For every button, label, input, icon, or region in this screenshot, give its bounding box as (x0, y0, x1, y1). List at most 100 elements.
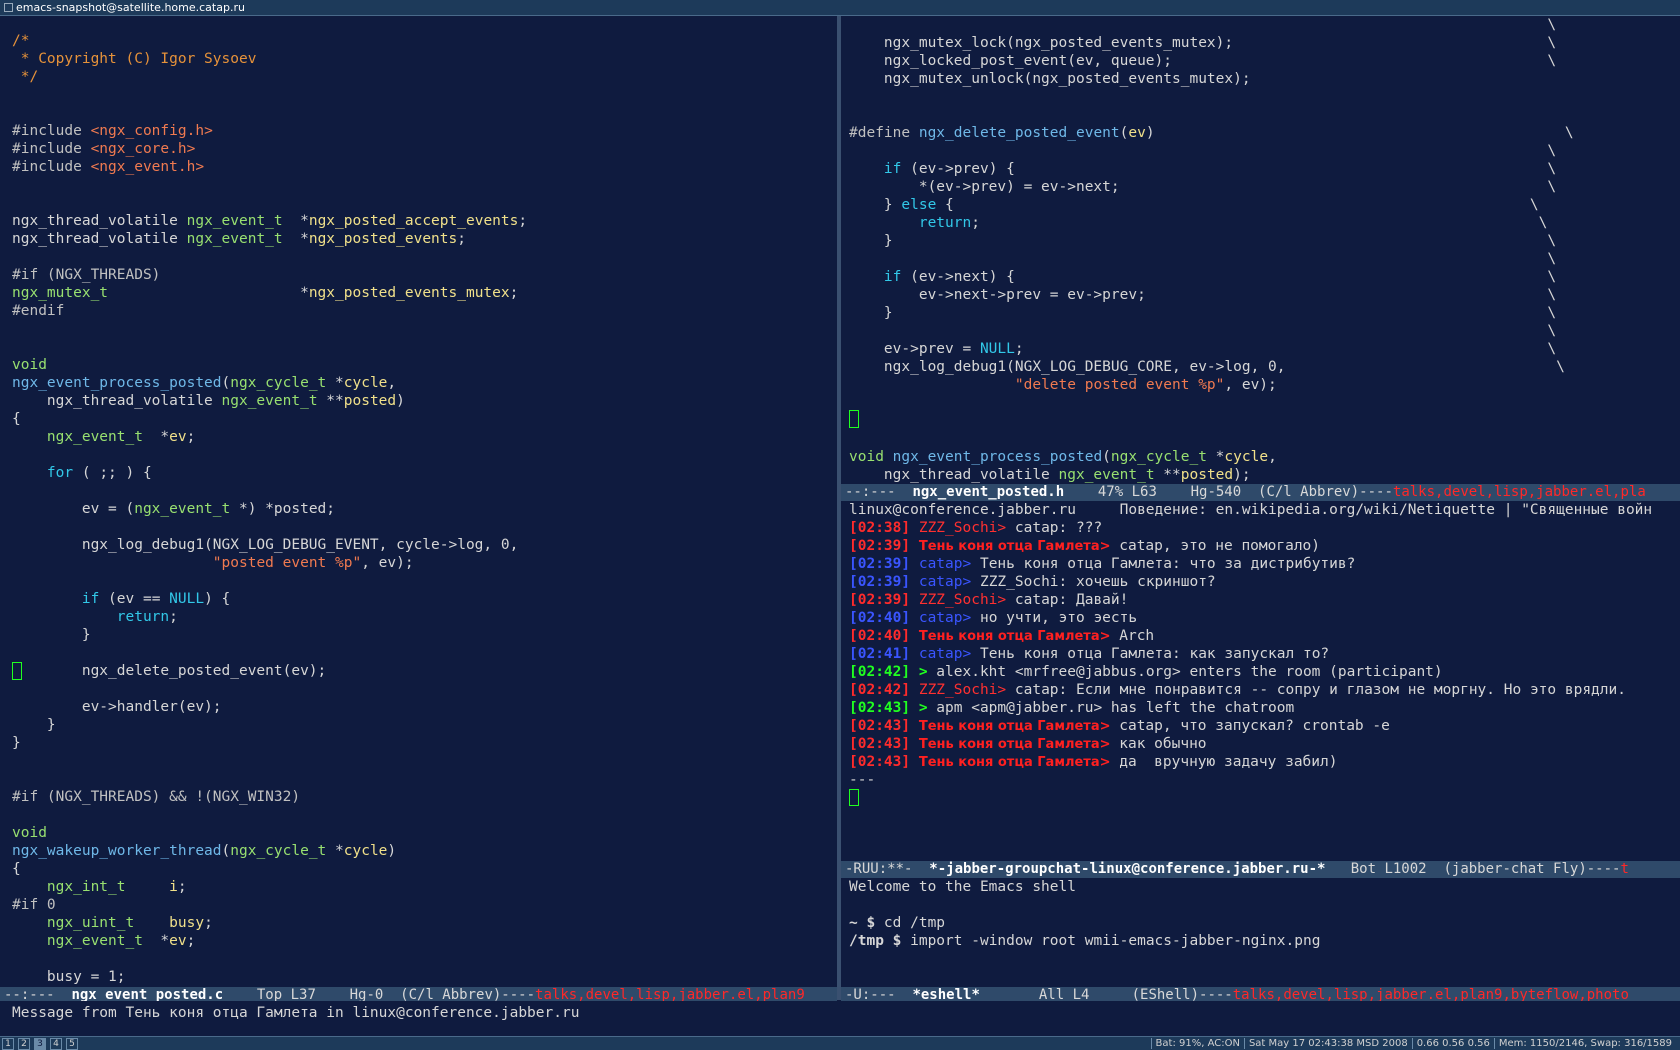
chat-nick[interactable]: catap> (919, 610, 971, 626)
chat-message: [02:40] catap> но учти, это эесть (849, 609, 1680, 627)
code-token: * (282, 231, 309, 247)
right-header-code-pane[interactable]: \ ngx_mutex_lock(ngx_posted_events_mutex… (841, 16, 1680, 484)
code-token: ngx_cycle_t (230, 375, 327, 391)
code-token: ngx_mutex_t (12, 285, 109, 301)
modeline-prefix: -RUU:**- (845, 861, 930, 877)
code-line: #if (NGX_THREADS) (12, 266, 837, 284)
code-token: NULL (169, 591, 205, 607)
code-token: ev = ( (12, 501, 135, 517)
code-line: ngx_thread_volatile ngx_event_t *ngx_pos… (12, 230, 837, 248)
code-token: ( (1102, 449, 1111, 465)
chat-nick[interactable]: Тень коня отца Гамлета> (919, 755, 1111, 770)
code-line: if (ev->next) { \ (849, 268, 1680, 286)
chat-nick[interactable]: catap> (919, 574, 971, 590)
code-token: ngx_delete_posted_event (918, 125, 1120, 141)
tag-5[interactable]: 5 (66, 1038, 78, 1050)
code-token: } \ (849, 233, 1557, 249)
chat-nick[interactable]: catap> (919, 646, 971, 662)
code-token: ngx_mutex_lock(ngx_posted_events_mutex);… (849, 35, 1557, 51)
code-line: ngx_event_process_posted(ngx_cycle_t *cy… (12, 374, 837, 392)
code-token: ev (169, 933, 187, 949)
chat-text: catap: Давай! (1006, 592, 1129, 608)
code-token: ngx_event_t (46, 429, 143, 445)
chat-nick[interactable]: Тень коня отца Гамлета> (919, 737, 1111, 752)
code-token: #include (12, 123, 91, 139)
chat-text: Тень коня отца Гамлета: как запускал то? (971, 646, 1330, 662)
datetime: Sat May 17 02:43:38 MSD 2008 (1243, 1038, 1412, 1049)
chat-nick[interactable]: Тень коня отца Гамлета> (919, 539, 1111, 554)
chat-text: apm <apm@jabber.ru> has left the chatroo… (927, 700, 1295, 716)
code-line: \ (849, 250, 1680, 268)
code-token: } (12, 717, 56, 733)
code-token: return (918, 215, 972, 231)
chat-text: но учти, это эесть (971, 610, 1138, 626)
code-token: * (108, 285, 309, 301)
code-token: * (326, 375, 344, 391)
eshell-pane[interactable]: Welcome to the Emacs shell ~ $ cd /tmp /… (841, 878, 1680, 987)
chat-text: как обычно (1110, 736, 1207, 752)
code-token: posted (1180, 467, 1234, 483)
chat-modeline[interactable]: -RUU:**- *-jabber-groupchat-linux@confer… (841, 861, 1680, 878)
right-top-cursor (849, 410, 859, 428)
code-token: ** (1154, 467, 1181, 483)
chat-timestamp: [02:43] (849, 700, 911, 716)
code-token: , (1268, 449, 1277, 465)
right-top-modeline[interactable]: --:--- ngx_event_posted.h 47% L63 Hg-540… (841, 484, 1680, 501)
code-token: else (901, 197, 937, 213)
chat-nick[interactable]: Тень коня отца Гамлета> (919, 629, 1111, 644)
modeline-projects: t (1620, 861, 1629, 877)
tag-4[interactable]: 4 (50, 1038, 62, 1050)
code-line: ngx_thread_volatile ngx_event_t *ngx_pos… (12, 212, 837, 230)
code-token: "delete posted event %p" (1014, 377, 1225, 393)
chat-input-line[interactable] (849, 789, 1680, 807)
chat-timestamp: [02:39] (849, 556, 911, 572)
code-token: ngx_int_t (46, 879, 126, 895)
code-token: ; (457, 231, 466, 247)
code-line: return; \ (849, 214, 1680, 232)
chat-nick[interactable]: ZZZ_Sochi> (919, 682, 1006, 698)
chat-text: да вручную задачу забил) (1110, 754, 1338, 770)
code-token: ) { (204, 591, 231, 607)
code-token: i (169, 879, 178, 895)
chat-nick[interactable]: > (919, 700, 928, 716)
chat-timestamp: [02:42] (849, 682, 911, 698)
chat-nick[interactable]: Тень коня отца Гамлета> (919, 719, 1111, 734)
chat-nick[interactable]: ZZZ_Sochi> (919, 592, 1006, 608)
window-menu-icon[interactable] (4, 3, 13, 12)
code-token: <ngx_core.h> (90, 141, 196, 157)
code-token: cycle (343, 375, 388, 391)
code-line: ngx_thread_volatile ngx_event_t **posted… (849, 466, 1680, 484)
code-line: "posted event %p", ev); (12, 554, 837, 572)
code-line: { (12, 410, 837, 428)
chat-text: Arch (1110, 628, 1155, 644)
code-token: \ (849, 17, 1557, 33)
code-token: ; (186, 429, 196, 445)
left-code-pane[interactable]: /* * Copyright (C) Igor Sysoev */ #includ… (0, 32, 837, 987)
code-token: ngx_cycle_t (1110, 449, 1207, 465)
chat-text: catap: Если мне понравится -- сопру и гл… (1006, 682, 1626, 698)
tag-3[interactable]: 3 (34, 1038, 46, 1050)
code-token: ** (317, 393, 344, 409)
code-token: ( (221, 375, 231, 391)
tag-1[interactable]: 1 (2, 1038, 14, 1050)
code-line: ngx_wakeup_worker_thread(ngx_cycle_t *cy… (12, 842, 837, 860)
code-token: ngx_cycle_t (230, 843, 327, 859)
code-token: ngx_event_t (221, 393, 318, 409)
tag-2[interactable]: 2 (18, 1038, 30, 1050)
chat-nick[interactable]: > (919, 664, 928, 680)
chat-nick[interactable]: catap> (919, 556, 971, 572)
jabber-chat-pane[interactable]: linux@conference.jabber.ru Поведение: en… (841, 501, 1680, 859)
code-line: } else { \ (849, 196, 1680, 214)
chat-message: [02:39] ZZZ_Sochi> catap: Давай! (849, 591, 1680, 609)
chat-nick[interactable]: ZZZ_Sochi> (919, 520, 1006, 536)
